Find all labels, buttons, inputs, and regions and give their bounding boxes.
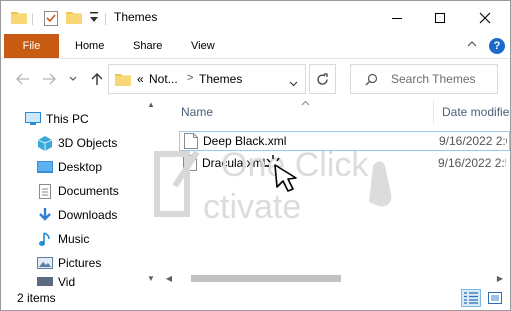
nav-item-label: Documents <box>58 184 119 198</box>
nav-item-downloads[interactable]: Downloads <box>1 203 151 227</box>
separator-icon <box>105 13 107 29</box>
file-name: Deep Black.xml <box>203 134 287 148</box>
music-icon <box>37 231 53 247</box>
file-row-dracula[interactable]: Dracula.xml 9/16/2022 2:5 <box>179 153 510 173</box>
scroll-up-icon[interactable]: ▲ <box>145 98 157 110</box>
nav-item-3d-objects[interactable]: 3D Objects <box>1 131 151 155</box>
explorer-window: Themes File Home Share View ? « Not... >… <box>0 0 511 311</box>
navigation-pane: This PC 3D Objects Desktop Documents Dow… <box>1 98 161 286</box>
scroll-right-icon[interactable]: ▶ <box>494 272 506 285</box>
nav-item-label: This PC <box>46 112 89 126</box>
nav-item-pictures[interactable]: Pictures <box>1 251 151 275</box>
nav-item-label: 3D Objects <box>58 136 118 150</box>
large-icons-view-icon <box>488 292 502 304</box>
breadcrumb-item[interactable]: Not... <box>149 72 178 86</box>
downloads-icon <box>37 207 53 223</box>
properties-icon[interactable] <box>44 10 58 26</box>
scrollbar-thumb[interactable] <box>191 275 341 282</box>
chevron-down-icon[interactable] <box>289 76 298 90</box>
column-divider[interactable] <box>433 100 434 124</box>
horizontal-scrollbar[interactable]: ◀ ▶ <box>161 272 510 285</box>
details-view-button[interactable] <box>461 289 481 307</box>
breadcrumb-item[interactable]: Themes <box>199 72 242 86</box>
nav-item-documents[interactable]: Documents <box>1 179 151 203</box>
tab-view[interactable]: View <box>191 34 215 58</box>
ribbon-tabs: File Home Share View ? <box>1 34 510 58</box>
search-placeholder: Search Themes <box>391 72 476 86</box>
help-button[interactable]: ? <box>489 38 505 54</box>
nav-item-label: Downloads <box>58 208 118 222</box>
nav-item-label: Music <box>58 232 90 246</box>
up-arrow-icon[interactable] <box>87 69 107 89</box>
search-icon <box>365 73 378 89</box>
nav-item-label: Vid <box>58 275 76 286</box>
nav-item-this-pc[interactable]: This PC <box>1 107 151 131</box>
close-button[interactable] <box>464 1 506 34</box>
address-bar[interactable]: « Not... > Themes <box>108 64 306 94</box>
file-name: Dracula.xml <box>202 156 266 170</box>
column-header-name[interactable]: Name <box>181 98 213 126</box>
forward-arrow-icon[interactable] <box>39 69 59 89</box>
details-view-icon <box>464 292 478 304</box>
nav-item-desktop[interactable]: Desktop <box>1 155 151 179</box>
tab-share[interactable]: Share <box>133 34 162 58</box>
videos-icon <box>37 275 53 286</box>
xml-file-icon <box>184 133 198 149</box>
folder-icon <box>11 10 27 26</box>
nav-item-label: Pictures <box>58 256 102 270</box>
file-date: 9/16/2022 2:5 <box>438 156 506 170</box>
window-title: Themes <box>114 10 158 24</box>
breadcrumb-separator[interactable]: > <box>187 72 193 84</box>
folder-icon <box>115 72 131 89</box>
separator-icon <box>32 13 34 29</box>
column-header-date[interactable]: Date modifie <box>442 98 509 126</box>
nav-vertical-scrollbar[interactable]: ▲ ▼ <box>145 98 157 286</box>
new-folder-icon[interactable] <box>66 10 82 26</box>
scroll-down-icon[interactable]: ▼ <box>145 272 157 284</box>
nav-item-music[interactable]: Music <box>1 227 151 251</box>
documents-icon <box>37 183 53 199</box>
minimize-button[interactable] <box>376 1 418 34</box>
refresh-button[interactable] <box>309 64 336 94</box>
nav-item-videos[interactable]: Vid <box>1 275 151 286</box>
customize-toolbar-icon[interactable] <box>89 11 99 27</box>
search-box[interactable]: Search Themes <box>350 64 498 94</box>
large-icons-view-button[interactable] <box>485 289 505 307</box>
file-row-deep-black[interactable]: Deep Black.xml 9/16/2022 2:0 <box>179 131 510 151</box>
file-date: 9/16/2022 2:0 <box>439 134 507 148</box>
item-count: 2 items <box>17 291 56 305</box>
xml-file-icon <box>183 155 197 171</box>
sort-ascending-icon <box>301 98 310 109</box>
this-pc-icon <box>25 111 41 127</box>
refresh-icon <box>317 72 328 85</box>
nav-item-label: Desktop <box>58 160 103 174</box>
scroll-left-icon[interactable]: ◀ <box>163 272 175 285</box>
title-bar: Themes <box>1 1 510 34</box>
file-list: Name Date modifie Deep Black.xml 9/16/20… <box>161 98 510 286</box>
status-bar: 2 items <box>1 286 510 310</box>
3d-objects-icon <box>37 135 53 151</box>
pictures-icon <box>37 255 53 271</box>
tab-home[interactable]: Home <box>75 34 104 58</box>
recent-locations-icon[interactable] <box>63 69 83 89</box>
breadcrumb-overflow[interactable]: « <box>137 72 144 86</box>
desktop-icon <box>37 159 53 175</box>
maximize-button[interactable] <box>419 1 461 34</box>
back-arrow-icon[interactable] <box>13 69 33 89</box>
address-row: « Not... > Themes Search Themes <box>1 58 510 98</box>
tab-file[interactable]: File <box>4 34 59 58</box>
expand-ribbon-icon[interactable] <box>467 39 477 51</box>
